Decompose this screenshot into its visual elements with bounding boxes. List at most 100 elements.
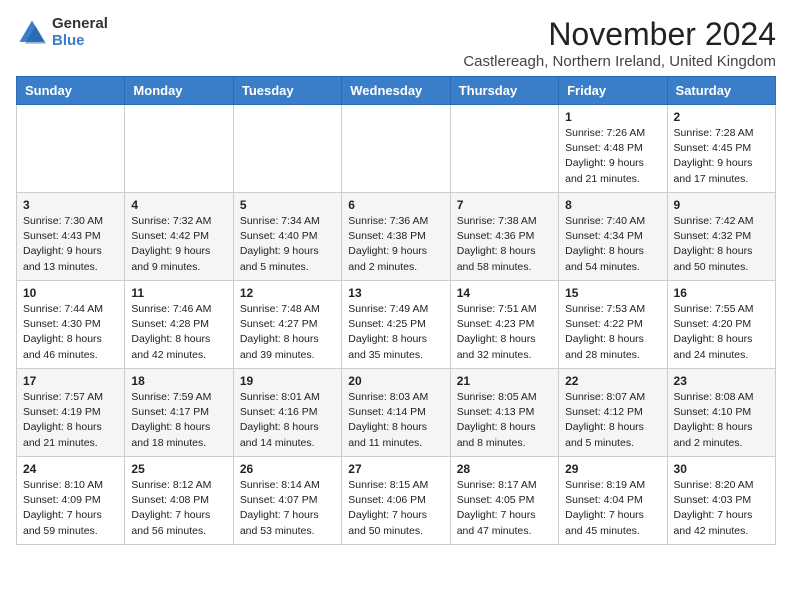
day-number: 16 (674, 286, 769, 300)
logo-text: General Blue (52, 16, 108, 49)
day-number: 5 (240, 198, 335, 212)
day-header-thursday: Thursday (450, 77, 558, 105)
calendar-body: 1Sunrise: 7:26 AM Sunset: 4:48 PM Daylig… (17, 105, 776, 545)
day-number: 13 (348, 286, 443, 300)
day-number: 29 (565, 462, 660, 476)
day-number: 8 (565, 198, 660, 212)
day-number: 25 (131, 462, 226, 476)
week-row-3: 10Sunrise: 7:44 AM Sunset: 4:30 PM Dayli… (17, 281, 776, 369)
day-number: 19 (240, 374, 335, 388)
day-number: 23 (674, 374, 769, 388)
day-info: Sunrise: 7:53 AM Sunset: 4:22 PM Dayligh… (565, 302, 660, 363)
calendar-cell: 6 Sunrise: 7:36 AM Sunset: 4:38 PM Daylig… (342, 193, 450, 281)
calendar-cell: 15Sunrise: 7:53 AM Sunset: 4:22 PM Dayli… (559, 281, 667, 369)
day-info: Sunrise: 8:17 AM Sunset: 4:05 PM Dayligh… (457, 478, 552, 539)
calendar-cell: 16 Sunrise: 7:55 AM Sunset: 4:20 PM Dayli… (667, 281, 775, 369)
day-number: 14 (457, 286, 552, 300)
calendar-cell (450, 105, 558, 193)
calendar-cell: 24Sunrise: 8:10 AM Sunset: 4:09 PM Dayli… (17, 457, 125, 545)
day-info: Sunrise: 7:46 AM Sunset: 4:28 PM Dayligh… (131, 302, 226, 363)
calendar-cell: 28 Sunrise: 8:17 AM Sunset: 4:05 PM Dayli… (450, 457, 558, 545)
calendar-table: SundayMondayTuesdayWednesdayThursdayFrid… (16, 76, 776, 545)
calendar-cell (342, 105, 450, 193)
week-row-5: 24Sunrise: 8:10 AM Sunset: 4:09 PM Dayli… (17, 457, 776, 545)
day-number: 9 (674, 198, 769, 212)
calendar-cell: 25 Sunrise: 8:12 AM Sunset: 4:08 PM Dayli… (125, 457, 233, 545)
day-header-tuesday: Tuesday (233, 77, 341, 105)
day-number: 20 (348, 374, 443, 388)
day-number: 22 (565, 374, 660, 388)
calendar-cell: 1Sunrise: 7:26 AM Sunset: 4:48 PM Daylig… (559, 105, 667, 193)
day-number: 18 (131, 374, 226, 388)
calendar-cell: 18 Sunrise: 7:59 AM Sunset: 4:17 PM Dayli… (125, 369, 233, 457)
day-info: Sunrise: 7:44 AM Sunset: 4:30 PM Dayligh… (23, 302, 118, 363)
day-info: Sunrise: 8:01 AM Sunset: 4:16 PM Dayligh… (240, 390, 335, 451)
day-info: Sunrise: 7:59 AM Sunset: 4:17 PM Dayligh… (131, 390, 226, 451)
calendar-cell: 22 Sunrise: 8:07 AM Sunset: 4:12 PM Dayli… (559, 369, 667, 457)
calendar-cell (17, 105, 125, 193)
day-info: Sunrise: 8:12 AM Sunset: 4:08 PM Dayligh… (131, 478, 226, 539)
calendar-cell: 10Sunrise: 7:44 AM Sunset: 4:30 PM Dayli… (17, 281, 125, 369)
calendar-cell: 4Sunrise: 7:32 AM Sunset: 4:42 PM Daylig… (125, 193, 233, 281)
subtitle: Castlereagh, Northern Ireland, United Ki… (463, 53, 776, 70)
header-row: SundayMondayTuesdayWednesdayThursdayFrid… (17, 77, 776, 105)
day-info: Sunrise: 7:57 AM Sunset: 4:19 PM Dayligh… (23, 390, 118, 451)
day-number: 26 (240, 462, 335, 476)
day-info: Sunrise: 7:28 AM Sunset: 4:45 PM Dayligh… (674, 126, 769, 187)
calendar-cell: 3 Sunrise: 7:30 AM Sunset: 4:43 PM Daylig… (17, 193, 125, 281)
calendar-cell: 5 Sunrise: 7:34 AM Sunset: 4:40 PM Daylig… (233, 193, 341, 281)
calendar-header: SundayMondayTuesdayWednesdayThursdayFrid… (17, 77, 776, 105)
day-info: Sunrise: 8:03 AM Sunset: 4:14 PM Dayligh… (348, 390, 443, 451)
logo-icon (16, 17, 48, 49)
calendar-cell: 20 Sunrise: 8:03 AM Sunset: 4:14 PM Dayli… (342, 369, 450, 457)
day-number: 28 (457, 462, 552, 476)
day-info: Sunrise: 7:55 AM Sunset: 4:20 PM Dayligh… (674, 302, 769, 363)
day-info: Sunrise: 7:38 AM Sunset: 4:36 PM Dayligh… (457, 214, 552, 275)
calendar-cell: 17 Sunrise: 7:57 AM Sunset: 4:19 PM Dayli… (17, 369, 125, 457)
calendar-cell: 8 Sunrise: 7:40 AM Sunset: 4:34 PM Daylig… (559, 193, 667, 281)
day-info: Sunrise: 8:15 AM Sunset: 4:06 PM Dayligh… (348, 478, 443, 539)
week-row-4: 17 Sunrise: 7:57 AM Sunset: 4:19 PM Dayli… (17, 369, 776, 457)
day-info: Sunrise: 7:34 AM Sunset: 4:40 PM Dayligh… (240, 214, 335, 275)
week-row-2: 3 Sunrise: 7:30 AM Sunset: 4:43 PM Daylig… (17, 193, 776, 281)
logo-blue: Blue (52, 33, 108, 50)
day-header-friday: Friday (559, 77, 667, 105)
day-number: 7 (457, 198, 552, 212)
day-info: Sunrise: 7:51 AM Sunset: 4:23 PM Dayligh… (457, 302, 552, 363)
day-info: Sunrise: 8:05 AM Sunset: 4:13 PM Dayligh… (457, 390, 552, 451)
day-header-sunday: Sunday (17, 77, 125, 105)
calendar-cell: 23 Sunrise: 8:08 AM Sunset: 4:10 PM Dayli… (667, 369, 775, 457)
day-number: 6 (348, 198, 443, 212)
day-info: Sunrise: 8:14 AM Sunset: 4:07 PM Dayligh… (240, 478, 335, 539)
calendar-cell: 21 Sunrise: 8:05 AM Sunset: 4:13 PM Dayli… (450, 369, 558, 457)
logo-general: General (52, 16, 108, 33)
day-number: 12 (240, 286, 335, 300)
day-number: 3 (23, 198, 118, 212)
title-area: November 2024 Castlereagh, Northern Irel… (463, 16, 776, 70)
day-info: Sunrise: 8:10 AM Sunset: 4:09 PM Dayligh… (23, 478, 118, 539)
day-info: Sunrise: 7:30 AM Sunset: 4:43 PM Dayligh… (23, 214, 118, 275)
day-info: Sunrise: 8:08 AM Sunset: 4:10 PM Dayligh… (674, 390, 769, 451)
day-info: Sunrise: 7:36 AM Sunset: 4:38 PM Dayligh… (348, 214, 443, 275)
day-header-monday: Monday (125, 77, 233, 105)
day-info: Sunrise: 7:42 AM Sunset: 4:32 PM Dayligh… (674, 214, 769, 275)
day-info: Sunrise: 8:07 AM Sunset: 4:12 PM Dayligh… (565, 390, 660, 451)
day-number: 2 (674, 110, 769, 124)
day-number: 1 (565, 110, 660, 124)
day-info: Sunrise: 7:32 AM Sunset: 4:42 PM Dayligh… (131, 214, 226, 275)
day-info: Sunrise: 7:40 AM Sunset: 4:34 PM Dayligh… (565, 214, 660, 275)
calendar-cell: 29 Sunrise: 8:19 AM Sunset: 4:04 PM Dayli… (559, 457, 667, 545)
day-number: 17 (23, 374, 118, 388)
calendar-cell (233, 105, 341, 193)
day-number: 30 (674, 462, 769, 476)
day-info: Sunrise: 7:48 AM Sunset: 4:27 PM Dayligh… (240, 302, 335, 363)
calendar-cell: 14 Sunrise: 7:51 AM Sunset: 4:23 PM Dayli… (450, 281, 558, 369)
header: General Blue November 2024 Castlereagh, … (16, 16, 776, 70)
calendar-cell: 2 Sunrise: 7:28 AM Sunset: 4:45 PM Daylig… (667, 105, 775, 193)
day-number: 21 (457, 374, 552, 388)
week-row-1: 1Sunrise: 7:26 AM Sunset: 4:48 PM Daylig… (17, 105, 776, 193)
calendar-cell: 13Sunrise: 7:49 AM Sunset: 4:25 PM Dayli… (342, 281, 450, 369)
day-header-wednesday: Wednesday (342, 77, 450, 105)
day-info: Sunrise: 8:19 AM Sunset: 4:04 PM Dayligh… (565, 478, 660, 539)
day-info: Sunrise: 8:20 AM Sunset: 4:03 PM Dayligh… (674, 478, 769, 539)
